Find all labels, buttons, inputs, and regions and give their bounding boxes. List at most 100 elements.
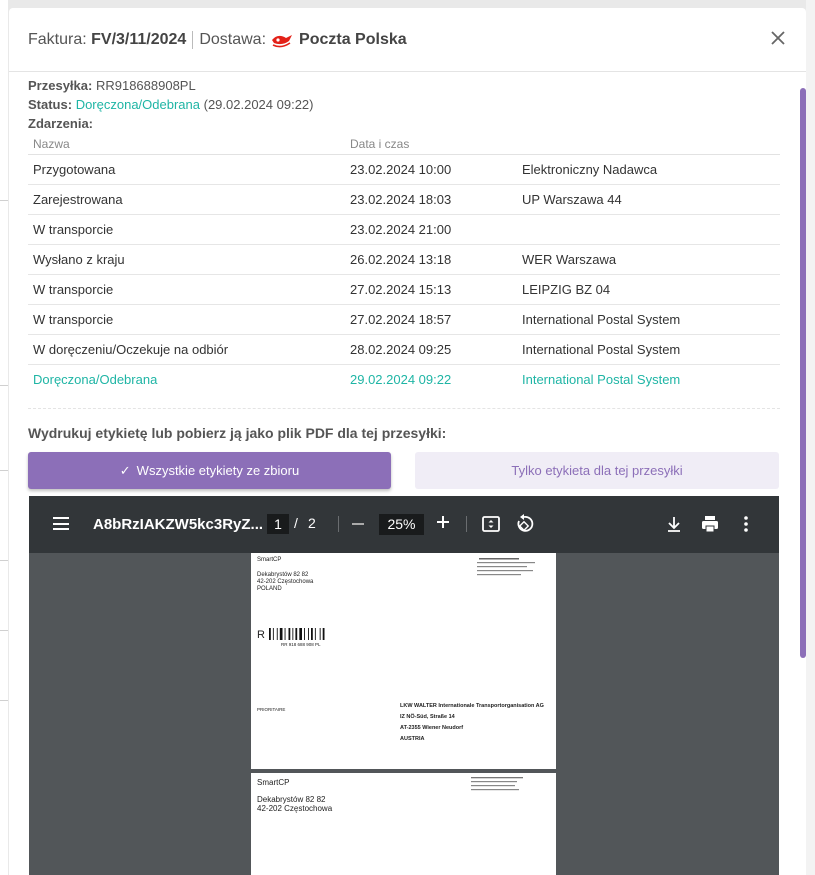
event-name: W doręczeniu/Oczekuje na odbiór	[28, 334, 345, 365]
header-divider	[192, 30, 194, 49]
parcel-label: Przesyłka:	[28, 78, 93, 93]
toolbar-divider	[466, 516, 467, 532]
event-location: UP Warszawa 44	[517, 184, 780, 215]
barcode-prefix: R	[257, 629, 265, 641]
pdf-toolbar: A8bRzIAKZW5kc3RyZ... 1 / 2 25%	[29, 496, 779, 553]
single-label-button-label: Tylko etykieta dla tej przesyłki	[511, 463, 683, 478]
label-sender-company: SmartCP	[257, 778, 290, 787]
label-sender-city: 42-202 Częstochowa	[257, 804, 333, 813]
event-name: W transporcie	[28, 214, 345, 245]
label-sender-city: 42-202 Częstochowa	[257, 579, 314, 585]
table-row: W transporcie 27.02.2024 18:57 Internati…	[28, 304, 780, 335]
event-location: International Postal System	[517, 304, 780, 335]
zoom-in-icon[interactable]	[436, 515, 450, 529]
print-icon[interactable]	[699, 513, 721, 535]
section-divider	[28, 408, 780, 409]
event-name: Doręczona/Odebrana	[33, 371, 158, 387]
event-location: International Postal System	[517, 334, 780, 365]
table-header-row: Nazwa Data i czas	[28, 134, 780, 155]
delivery-label: Dostawa:	[199, 30, 267, 48]
column-header-location	[517, 134, 780, 155]
check-icon: ✓	[119, 462, 131, 478]
event-name: W transporcie	[28, 274, 345, 305]
close-icon[interactable]	[770, 30, 786, 46]
event-location: WER Warszawa	[517, 244, 780, 275]
pdf-page-2: SmartCP Dekabrystów 82 82 42-202 Częstoc…	[251, 773, 556, 875]
menu-icon[interactable]	[53, 517, 69, 534]
label-sender-street: Dekabrystów 82 82	[257, 572, 309, 578]
background-divider	[0, 385, 8, 386]
event-datetime: 23.02.2024 21:00	[345, 214, 517, 245]
single-label-button[interactable]: Tylko etykieta dla tej przesyłki	[415, 452, 779, 489]
events-label: Zdarzenia:	[28, 116, 94, 131]
modal-header: Faktura: FV/3/11/2024 Dostawa: Poczta Po…	[9, 8, 806, 72]
column-header-datetime: Data i czas	[345, 134, 517, 155]
table-row: Wysłano z kraju 26.02.2024 13:18 WER War…	[28, 244, 780, 275]
pdf-file-name: A8bRzIAKZW5kc3RyZ...	[93, 516, 264, 533]
event-name: Przygotowana	[28, 154, 345, 185]
event-location	[517, 214, 780, 245]
table-row: Doręczona/Odebrana 29.02.2024 09:22 Inte…	[28, 364, 780, 394]
table-row: Przygotowana 23.02.2024 10:00 Elektronic…	[28, 154, 780, 185]
parcel-number: RR918688908PL	[95, 78, 196, 93]
background-divider	[0, 200, 8, 201]
barcode-text: RR 918 688 908 PL	[281, 642, 321, 647]
event-name: W transporcie	[28, 304, 345, 335]
background-divider	[0, 700, 8, 701]
all-labels-button-label: Wszystkie etykiety ze zbioru	[136, 463, 300, 478]
invoice-label: Faktura:	[28, 30, 87, 48]
table-row: Zarejestrowana 23.02.2024 18:03 UP Warsz…	[28, 184, 780, 215]
events-table: Nazwa Data i czas Przygotowana 23.02.202…	[28, 134, 780, 394]
print-section-title: Wydrukuj etykietę lub pobierz ją jako pl…	[28, 425, 447, 441]
page-total: 2	[308, 515, 316, 531]
event-datetime: 23.02.2024 18:03	[345, 184, 517, 215]
pdf-page-1: SmartCP Dekabrystów 82 82 42-202 Częstoc…	[251, 553, 556, 769]
poczta-polska-logo-icon	[272, 34, 293, 47]
table-row: W transporcie 27.02.2024 15:13 LEIPZIG B…	[28, 274, 780, 305]
priority-label: PRIORITAIRE	[257, 707, 286, 712]
toolbar-divider	[338, 516, 339, 532]
recipient-company: LKW WALTER Internationale Transportorgan…	[400, 703, 544, 709]
status-label: Status:	[28, 97, 73, 112]
background-strip	[0, 0, 8, 875]
pdf-viewer: A8bRzIAKZW5kc3RyZ... 1 / 2 25% SmartCP D…	[29, 496, 779, 875]
label-buttons: ✓ Wszystkie etykiety ze zbioru Tylko ety…	[28, 452, 780, 489]
recipient-street: IZ NÖ-Süd, Straße 14	[400, 714, 455, 720]
event-datetime: 23.02.2024 10:00	[345, 154, 517, 185]
recipient-country: AUSTRIA	[400, 736, 425, 742]
rotate-icon[interactable]	[513, 513, 535, 535]
postage-stamp-text-icon	[471, 777, 523, 791]
background-divider	[0, 630, 8, 631]
event-name: Zarejestrowana	[28, 184, 345, 215]
barcode-icon	[269, 628, 325, 640]
label-sender-street: Dekabrystów 82 82	[257, 795, 326, 804]
page-number-input[interactable]: 1	[267, 514, 289, 534]
zoom-out-icon[interactable]	[352, 523, 364, 525]
scrollbar[interactable]	[800, 88, 806, 658]
table-row: W transporcie 23.02.2024 21:00	[28, 214, 780, 245]
event-location: International Postal System	[522, 371, 681, 387]
background-right-strip	[806, 0, 815, 875]
events-line: Zdarzenia:	[28, 114, 780, 133]
label-sender-country: POLAND	[257, 586, 282, 592]
all-labels-button[interactable]: ✓ Wszystkie etykiety ze zbioru	[28, 452, 391, 489]
background-divider	[0, 470, 8, 471]
event-datetime: 26.02.2024 13:18	[345, 244, 517, 275]
carrier-name: Poczta Polska	[299, 30, 407, 48]
event-datetime: 29.02.2024 09:22	[350, 371, 452, 387]
event-datetime: 27.02.2024 18:57	[345, 304, 517, 335]
background-divider	[0, 560, 8, 561]
page-separator: /	[294, 515, 298, 531]
fit-page-icon[interactable]	[480, 513, 502, 535]
status-date: (29.02.2024 09:22)	[203, 97, 314, 112]
status-value: Doręczona/Odebrana	[75, 97, 200, 112]
label-sender-company: SmartCP	[257, 557, 282, 563]
event-datetime: 27.02.2024 15:13	[345, 274, 517, 305]
download-icon[interactable]	[663, 513, 685, 535]
more-icon[interactable]	[735, 513, 757, 535]
zoom-input[interactable]: 25%	[379, 514, 424, 535]
invoice-number: FV/3/11/2024	[91, 30, 187, 48]
column-header-name: Nazwa	[28, 134, 345, 155]
event-datetime: 28.02.2024 09:25	[345, 334, 517, 365]
status-line: Status: Doręczona/Odebrana (29.02.2024 0…	[28, 95, 780, 114]
